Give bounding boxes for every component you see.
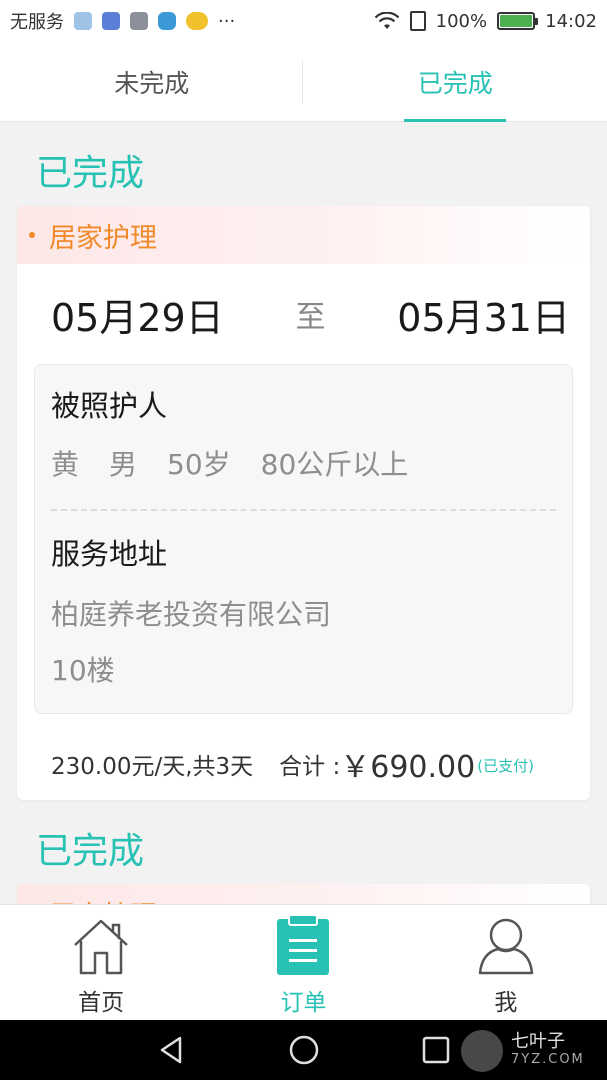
recipient-gender: 男 — [109, 448, 138, 481]
watermark-site: 7YZ.COM — [511, 1052, 585, 1067]
battery-percent: 100% — [435, 10, 488, 32]
status-bar: 无服务 ··· 100% 14:02 — [0, 0, 607, 42]
calendar-icon — [102, 12, 120, 30]
home-button-icon[interactable] — [288, 1034, 320, 1066]
watermark: 七叶子 7YZ.COM — [461, 1026, 591, 1076]
tab-divider — [302, 60, 303, 104]
watermark-logo-icon — [461, 1030, 503, 1072]
service-tag: 居家护理 — [17, 206, 590, 264]
address-line-2: 10楼 — [51, 654, 115, 687]
message-icon — [186, 12, 208, 30]
date-separator: 至 — [295, 300, 326, 335]
address-line-1: 柏庭养老投资有限公司 — [51, 598, 332, 631]
battery-icon — [497, 12, 539, 30]
nav-orders-label: 订单 — [280, 990, 327, 1016]
service-address: 柏庭养老投资有限公司 10楼 — [51, 587, 556, 699]
total-amount: ￥690.00 — [340, 750, 476, 785]
carrier-text: 无服务 — [10, 12, 64, 33]
status-bar-left: 无服务 ··· — [10, 8, 235, 34]
care-recipient-info: 黄男 50岁 80公斤以上 — [51, 443, 556, 487]
gallery-icon — [130, 12, 148, 30]
service-tag: 居家护理 — [17, 884, 590, 904]
recipient-name: 黄 — [51, 448, 80, 481]
nav-home[interactable]: 首页 — [0, 905, 202, 1020]
person-icon — [478, 918, 534, 975]
daily-rate: 230.00元/天,共3天 — [51, 754, 254, 780]
nav-me[interactable]: 我 — [405, 905, 607, 1020]
home-icon — [74, 919, 129, 975]
more-notifications: ··· — [218, 10, 236, 32]
care-recipient-label: 被照护人 — [51, 389, 168, 423]
start-date: 05月29日 — [51, 295, 224, 340]
bottom-nav: 首页 订单 我 — [0, 904, 607, 1020]
order-tabs: 未完成 已完成 — [0, 42, 607, 122]
end-date: 05月31日 — [397, 295, 570, 340]
recents-icon[interactable] — [420, 1034, 452, 1066]
bullet-icon — [29, 232, 35, 238]
order-card[interactable]: 居家护理 05月29日 至 05月31日 被照护人 黄男 50岁 80公斤以上 服务… — [17, 206, 590, 800]
tab-completed[interactable]: 已完成 — [304, 42, 607, 121]
price-summary: 230.00元/天,共3天 合计 : ￥690.00 (已支付) — [17, 714, 590, 814]
clipboard-icon — [277, 914, 330, 975]
address-label: 服务地址 — [51, 537, 168, 571]
order-status-title: 已完成 — [36, 831, 145, 872]
total-label: 合计 : — [279, 754, 341, 780]
order-list[interactable]: 已完成 居家护理 05月29日 至 05月31日 被照护人 黄男 50岁 80公斤以… — [0, 122, 607, 904]
clock: 14:02 — [545, 10, 597, 32]
usb-icon — [74, 12, 92, 30]
date-range: 05月29日 至 05月31日 — [17, 264, 590, 364]
wifi-icon — [374, 12, 399, 29]
watermark-text: 七叶子 7YZ.COM — [511, 1033, 585, 1069]
service-name: 居家护理 — [49, 894, 157, 905]
dashed-divider — [51, 509, 556, 511]
order-card[interactable]: 居家护理 — [17, 884, 590, 904]
status-bar-right: 100% 14:02 — [374, 11, 597, 32]
tab-incomplete[interactable]: 未完成 — [0, 42, 304, 121]
order-details: 被照护人 黄男 50岁 80公斤以上 服务地址 柏庭养老投资有限公司 10楼 — [34, 364, 573, 714]
recipient-weight: 80公斤以上 — [260, 448, 409, 481]
payment-status: (已支付) — [477, 757, 534, 775]
service-name: 居家护理 — [49, 222, 157, 254]
nav-orders[interactable]: 订单 — [202, 905, 404, 1020]
recipient-age: 50岁 — [167, 448, 231, 481]
watermark-name: 七叶子 — [511, 1031, 565, 1052]
nav-home-label: 首页 — [78, 990, 125, 1016]
shield-icon — [158, 12, 176, 30]
sim-icon — [409, 11, 426, 31]
nav-me-label: 我 — [494, 990, 518, 1016]
back-icon[interactable] — [156, 1034, 188, 1066]
order-status-title: 已完成 — [36, 153, 145, 194]
